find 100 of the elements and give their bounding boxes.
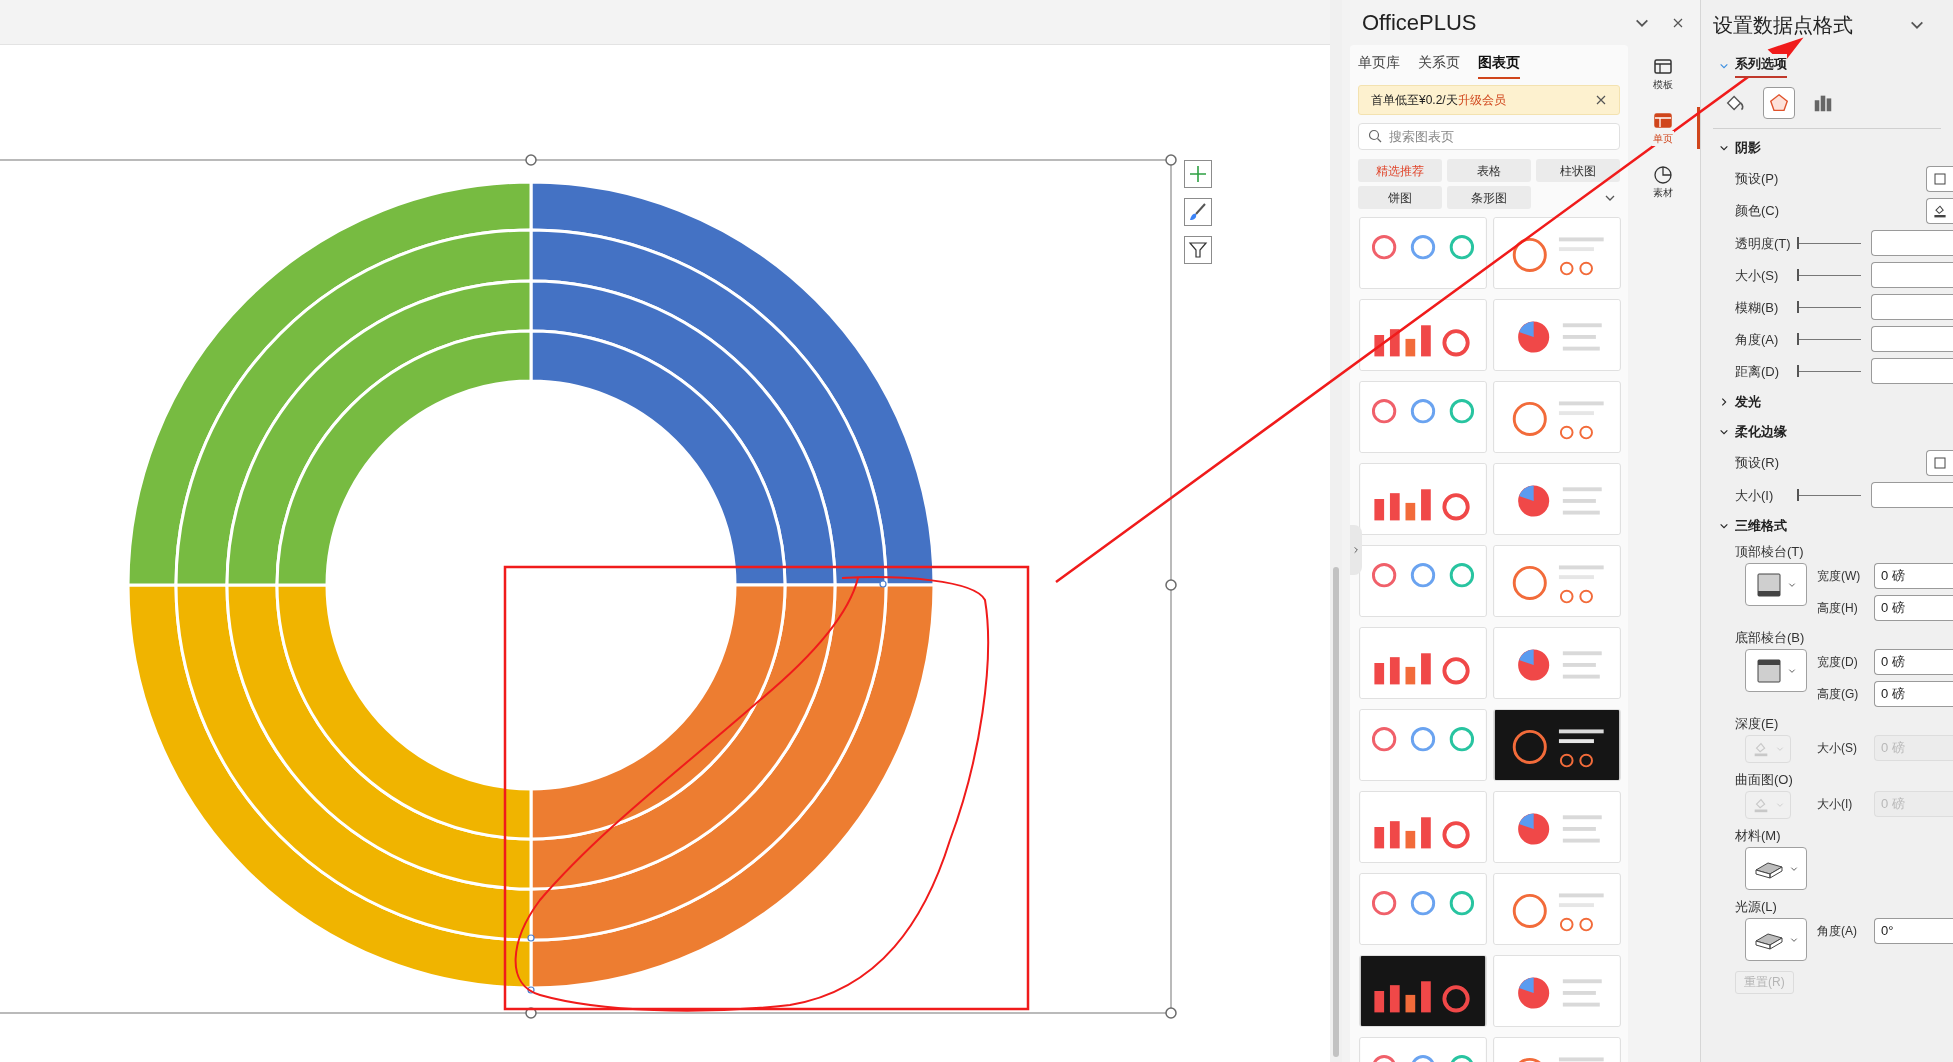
value-field[interactable] <box>1871 294 1953 320</box>
close-icon <box>1672 16 1684 29</box>
field-label: 宽度(D) <box>1817 654 1859 671</box>
preset-picker[interactable] <box>1745 649 1807 692</box>
selection-handle[interactable] <box>1165 154 1177 166</box>
chart-filter-button[interactable] <box>1184 236 1212 264</box>
plus-icon <box>1188 164 1208 184</box>
chevron-down-icon <box>1719 143 1729 153</box>
field-label: 模糊(B) <box>1735 300 1779 315</box>
pane-title: 设置数据点格式 <box>1713 13 1853 38</box>
close-icon[interactable] <box>1595 94 1607 106</box>
field-label: 曲面图(O) <box>1735 771 1793 790</box>
field-label: 顶部棱台(T) <box>1735 543 1804 562</box>
option-tab[interactable] <box>1763 87 1795 119</box>
section-header[interactable]: 柔化边缘 <box>1701 417 1953 447</box>
section-header[interactable]: 三维格式 <box>1701 511 1953 541</box>
field-label: 颜色(C) <box>1735 202 1780 221</box>
brush-icon <box>1188 202 1208 222</box>
section-header[interactable]: 发光 <box>1701 387 1953 417</box>
point-handle[interactable] <box>527 934 535 942</box>
value-field[interactable]: 0 磅 <box>1874 649 1953 675</box>
selection-handle[interactable] <box>1165 1007 1177 1019</box>
upgrade-link[interactable]: 升级会员 <box>1457 91 1506 109</box>
preset-picker[interactable] <box>1745 563 1807 606</box>
donut-segment[interactable] <box>529 583 837 891</box>
field-label: 角度(A) <box>1735 332 1779 347</box>
value-field[interactable] <box>1871 230 1953 256</box>
color-fill-icon <box>1752 740 1770 758</box>
section-header[interactable]: 阴影 <box>1701 133 1953 163</box>
value-field[interactable]: 0° <box>1874 918 1953 944</box>
search-field[interactable]: 搜索图表页 <box>1358 123 1620 150</box>
field-label: 大小(I) <box>1817 796 1854 813</box>
color-fill-icon <box>1752 796 1770 814</box>
search-icon <box>1368 129 1382 143</box>
square-icon <box>1934 173 1946 185</box>
color-button[interactable] <box>1926 198 1953 224</box>
value-field[interactable]: 0 磅 <box>1874 681 1953 707</box>
field-label: 角度(A) <box>1817 923 1858 940</box>
scrollbar-thumb[interactable] <box>1333 567 1339 1057</box>
caret-icon <box>1790 864 1798 873</box>
promo-text: 首单低至¥0.2/天 <box>1371 92 1458 109</box>
caret-icon <box>1776 745 1784 753</box>
preset-picker[interactable] <box>1745 847 1807 890</box>
selection-handle[interactable] <box>1165 579 1177 591</box>
filter-icon <box>1188 240 1208 260</box>
value-field[interactable]: 0 磅 <box>1874 595 1953 621</box>
chart-style-button[interactable] <box>1184 198 1212 226</box>
category-chip[interactable]: 饼图 <box>1358 186 1442 209</box>
caret-icon <box>1788 580 1796 589</box>
donut-segment[interactable] <box>126 180 533 587</box>
panel-tab[interactable]: 单页库 <box>1358 52 1400 79</box>
category-chip[interactable]: 精选推荐 <box>1358 159 1442 182</box>
preset-button[interactable] <box>1926 450 1953 476</box>
close-button[interactable] <box>1672 16 1684 29</box>
square-icon <box>1934 457 1946 469</box>
pie-icon <box>1652 164 1673 185</box>
chevron-right-icon <box>1719 397 1729 407</box>
side-nav-item[interactable]: 模板 <box>1628 53 1700 95</box>
field-label: 预设(P) <box>1735 170 1779 189</box>
expand-handle[interactable] <box>1350 525 1362 575</box>
category-chip[interactable]: 条形图 <box>1447 186 1531 209</box>
series-options-tab[interactable]: 系列选项 <box>1735 54 1787 78</box>
field-label: 高度(G) <box>1817 686 1860 703</box>
panel-tab[interactable]: 关系页 <box>1418 52 1460 79</box>
donut-segment[interactable] <box>275 329 533 587</box>
donut-segment[interactable] <box>174 228 533 587</box>
value-field[interactable]: 0 磅 <box>1874 563 1953 589</box>
selection-handle[interactable] <box>525 154 537 166</box>
color-fill-icon <box>1932 203 1948 219</box>
field-label: 深度(E) <box>1735 715 1779 734</box>
field-label: 材料(M) <box>1735 827 1781 846</box>
field-label: 透明度(T) <box>1735 236 1791 251</box>
layout-icon <box>1652 110 1673 131</box>
point-handle[interactable] <box>879 580 887 588</box>
value-field[interactable] <box>1871 482 1953 508</box>
side-nav-item[interactable]: 素材 <box>1628 161 1700 203</box>
caret-icon <box>1790 935 1798 944</box>
bevel-icon <box>1756 571 1782 598</box>
pentagon-icon <box>1768 92 1790 114</box>
point-handle[interactable] <box>527 986 535 994</box>
panel-tab[interactable]: 图表页 <box>1478 52 1520 79</box>
preset-picker[interactable] <box>1745 918 1807 961</box>
donut-segment[interactable] <box>225 279 533 587</box>
category-chip[interactable]: 柱状图 <box>1536 159 1620 182</box>
caret-icon <box>1788 666 1796 675</box>
donut-segment[interactable] <box>529 583 787 841</box>
category-chip[interactable]: 表格 <box>1447 159 1531 182</box>
chevron-right-icon <box>1352 546 1360 554</box>
bevel-icon <box>1756 657 1782 684</box>
field-label: 大小(S) <box>1735 268 1779 283</box>
layout-icon <box>1652 56 1673 77</box>
preset-button[interactable] <box>1926 166 1953 192</box>
chevron-down-icon <box>1719 427 1729 437</box>
field-label: 高度(H) <box>1817 600 1859 617</box>
value-field[interactable] <box>1871 358 1953 384</box>
add-element-button[interactable] <box>1184 160 1212 188</box>
value-field[interactable] <box>1871 326 1953 352</box>
selection-handle[interactable] <box>525 1007 537 1019</box>
chevron-down-icon <box>1719 61 1729 71</box>
value-field[interactable] <box>1871 262 1953 288</box>
